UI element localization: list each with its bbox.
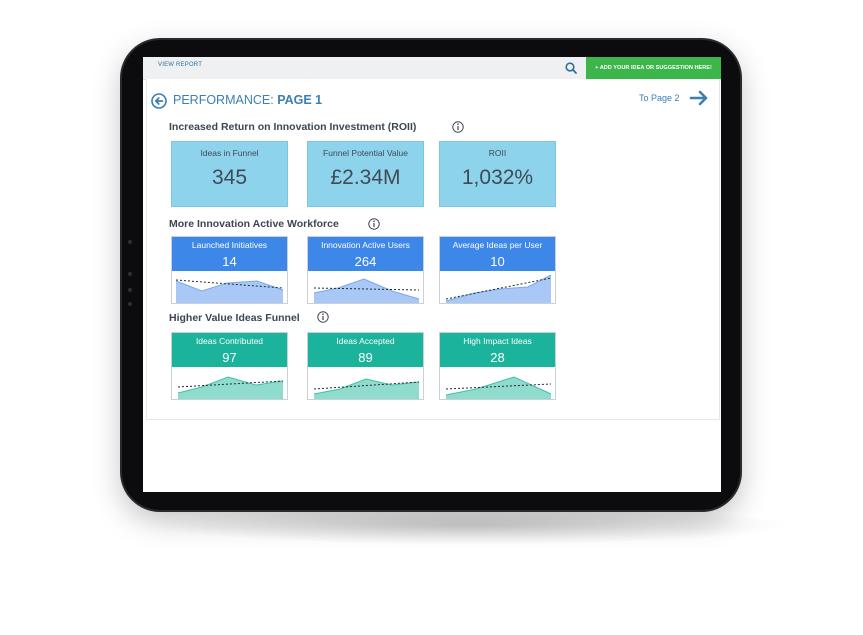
metric-value: 89 xyxy=(358,350,373,365)
metric-label: Ideas Accepted xyxy=(336,336,395,346)
kpi-value: 1,032% xyxy=(461,166,534,189)
page-title: PERFORMANCE: PAGE 1 xyxy=(173,93,322,107)
metric-card-high-impact-ideas[interactable]: High Impact Ideas 28 xyxy=(439,332,556,400)
metric-label: Innovation Active Users xyxy=(321,240,410,250)
metric-card-ideas-contributed[interactable]: Ideas Contributed 97 xyxy=(171,332,288,400)
metric-header: Launched Initiatives 14 xyxy=(172,237,287,271)
metric-header: Innovation Active Users 264 xyxy=(308,237,423,271)
kpi-value: £2.34M xyxy=(330,166,401,189)
metric-label: Launched Initiatives xyxy=(191,240,268,250)
kpi-card-ideas-in-funnel[interactable]: Ideas in Funnel 345 xyxy=(171,141,288,207)
sparkline-chart xyxy=(445,274,552,303)
sparkline-chart xyxy=(313,378,420,399)
metric-card-average-ideas-per-user[interactable]: Average Ideas per User 10 xyxy=(439,236,556,304)
metric-value: 28 xyxy=(490,350,505,365)
metric-card-innovation-active-users[interactable]: Innovation Active Users 264 xyxy=(307,236,424,304)
metric-card-launched-initiatives[interactable]: Launched Initiatives 14 xyxy=(171,236,288,304)
info-icon[interactable] xyxy=(317,311,329,323)
sparkline-chart xyxy=(445,376,552,399)
metric-label: Ideas Contributed xyxy=(195,336,264,346)
search-icon[interactable] xyxy=(564,61,578,75)
kpi-card-funnel-potential-value[interactable]: Funnel Potential Value £2.34M xyxy=(307,141,424,207)
side-button xyxy=(128,272,132,276)
side-button xyxy=(128,302,132,306)
next-page-link[interactable]: To Page 2 xyxy=(639,93,680,103)
sparkline-chart xyxy=(313,278,420,303)
side-button xyxy=(128,240,132,244)
kpi-card-roii[interactable]: ROII 1,032% xyxy=(439,141,556,207)
section-title-workforce: More Innovation Active Workforce xyxy=(169,218,339,230)
metric-value: 14 xyxy=(222,254,237,269)
info-icon[interactable] xyxy=(452,121,464,133)
add-idea-button[interactable]: + ADD YOUR IDEA OR SUGGESTION HERE! xyxy=(586,57,721,79)
kpi-label: Funnel Potential Value xyxy=(323,148,408,158)
section-title-roii: Increased Return on Innovation Investmen… xyxy=(169,121,417,133)
metric-header: Ideas Accepted 89 xyxy=(308,333,423,367)
info-icon[interactable] xyxy=(368,218,380,230)
side-button xyxy=(128,288,132,292)
metric-card-ideas-accepted[interactable]: Ideas Accepted 89 xyxy=(307,332,424,400)
metric-header: Ideas Contributed 97 xyxy=(172,333,287,367)
back-arrow-icon[interactable] xyxy=(151,93,167,109)
sparkline-chart xyxy=(175,279,284,303)
section-title-funnel: Higher Value Ideas Funnel xyxy=(169,312,300,324)
top-bar: VIEW REPORT + ADD YOUR IDEA OR SUGGESTIO… xyxy=(143,57,721,80)
page-title-page: PAGE 1 xyxy=(277,93,323,107)
device-shadow xyxy=(150,505,790,545)
kpi-label: Ideas in Funnel xyxy=(200,148,259,158)
metric-value: 264 xyxy=(354,254,377,269)
forward-arrow-icon[interactable] xyxy=(689,88,709,108)
view-report-link[interactable]: VIEW REPORT xyxy=(158,62,202,68)
metric-header: Average Ideas per User 10 xyxy=(440,237,555,271)
metric-header: High Impact Ideas 28 xyxy=(440,333,555,367)
metric-label: High Impact Ideas xyxy=(463,336,532,346)
screen: VIEW REPORT + ADD YOUR IDEA OR SUGGESTIO… xyxy=(143,57,721,492)
page-title-prefix: PERFORMANCE: xyxy=(173,93,278,107)
metric-label: Average Ideas per User xyxy=(452,240,543,250)
metric-value: 97 xyxy=(222,350,237,365)
metric-value: 10 xyxy=(490,254,505,269)
kpi-value: 345 xyxy=(211,166,248,189)
sparkline-chart xyxy=(177,376,284,399)
kpi-label: ROII xyxy=(488,148,507,158)
